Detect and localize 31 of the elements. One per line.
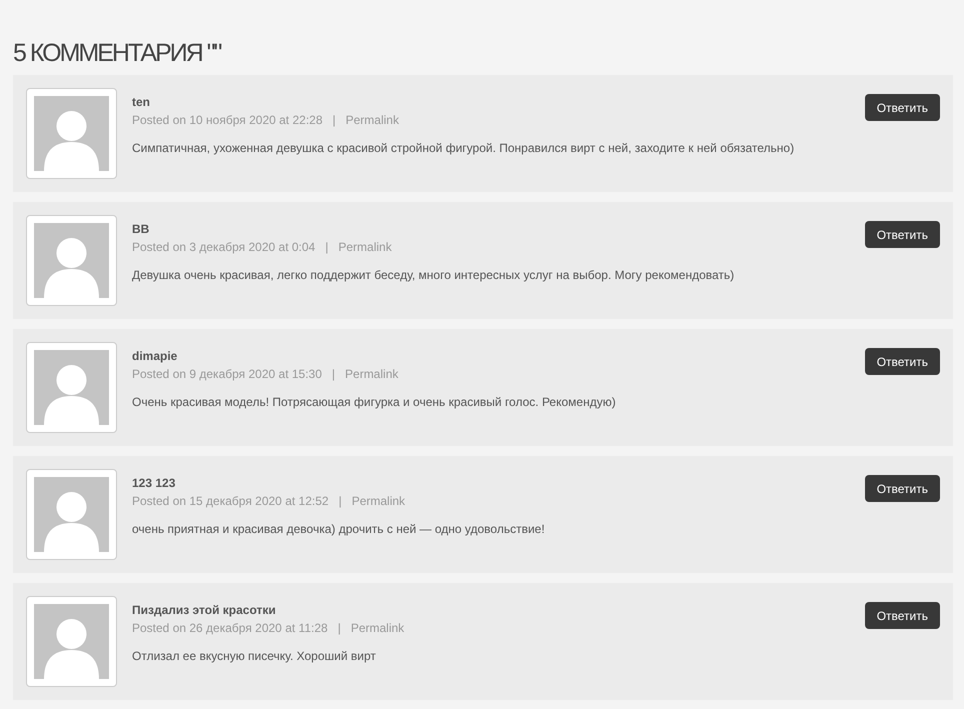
post-date: Posted on 15 декабря 2020 at 12:52	[132, 494, 329, 508]
comment-text: Отлизал ее вкусную писечку. Хороший вирт	[132, 649, 377, 663]
comments-heading: 5 КОММЕНТАРИЯ ""	[13, 38, 222, 69]
avatar-icon	[26, 596, 117, 687]
reply-button[interactable]: Ответить	[864, 348, 940, 375]
meta-separator: |	[332, 113, 336, 127]
comment-author: 123 123	[132, 476, 176, 490]
comment-text: Девушка очень красивая, легко поддержит беседу, много интересных услуг на выбор. Могу рекомендовать)	[132, 268, 736, 282]
meta-separator: |	[338, 621, 341, 635]
comment-author: BB	[132, 222, 150, 236]
comment-author: Пиздализ этой красотки	[132, 603, 277, 617]
meta-separator: |	[332, 367, 336, 381]
comment-text: Симпатичная, ухоженная девушка с красивой стройной фигурой. Понравился вирт с ней, заходите к ней обязательно)	[132, 141, 796, 155]
comment-text: Очень красивая модель! Потрясающая фигурка и очень красивый голос. Рекомендую)	[132, 395, 617, 409]
post-date: Posted on 9 декабря 2020 at 15:30	[132, 367, 322, 381]
reply-button[interactable]: Ответить	[864, 602, 940, 629]
comment-author: dimapie	[132, 349, 178, 363]
post-date: Posted on 26 декабря 2020 at 11:28	[132, 621, 328, 635]
post-date: Posted on 3 декабря 2020 at 0:04	[132, 240, 316, 254]
reply-button[interactable]: Ответить	[864, 94, 940, 121]
avatar-icon	[26, 342, 117, 433]
reply-button[interactable]: Ответить	[864, 475, 940, 502]
comment-text: очень приятная и красивая девочка) дрочить с ней — одно удовольствие!	[132, 522, 546, 536]
reply-button[interactable]: Ответить	[864, 221, 940, 248]
avatar-icon	[26, 88, 117, 179]
meta-separator: |	[338, 494, 342, 508]
post-date: Posted on 10 ноября 2020 at 22:28	[132, 113, 322, 127]
meta-separator: |	[325, 240, 328, 254]
avatar-icon	[26, 215, 117, 306]
comment-author: ten	[132, 95, 151, 109]
avatar-icon	[26, 469, 117, 560]
